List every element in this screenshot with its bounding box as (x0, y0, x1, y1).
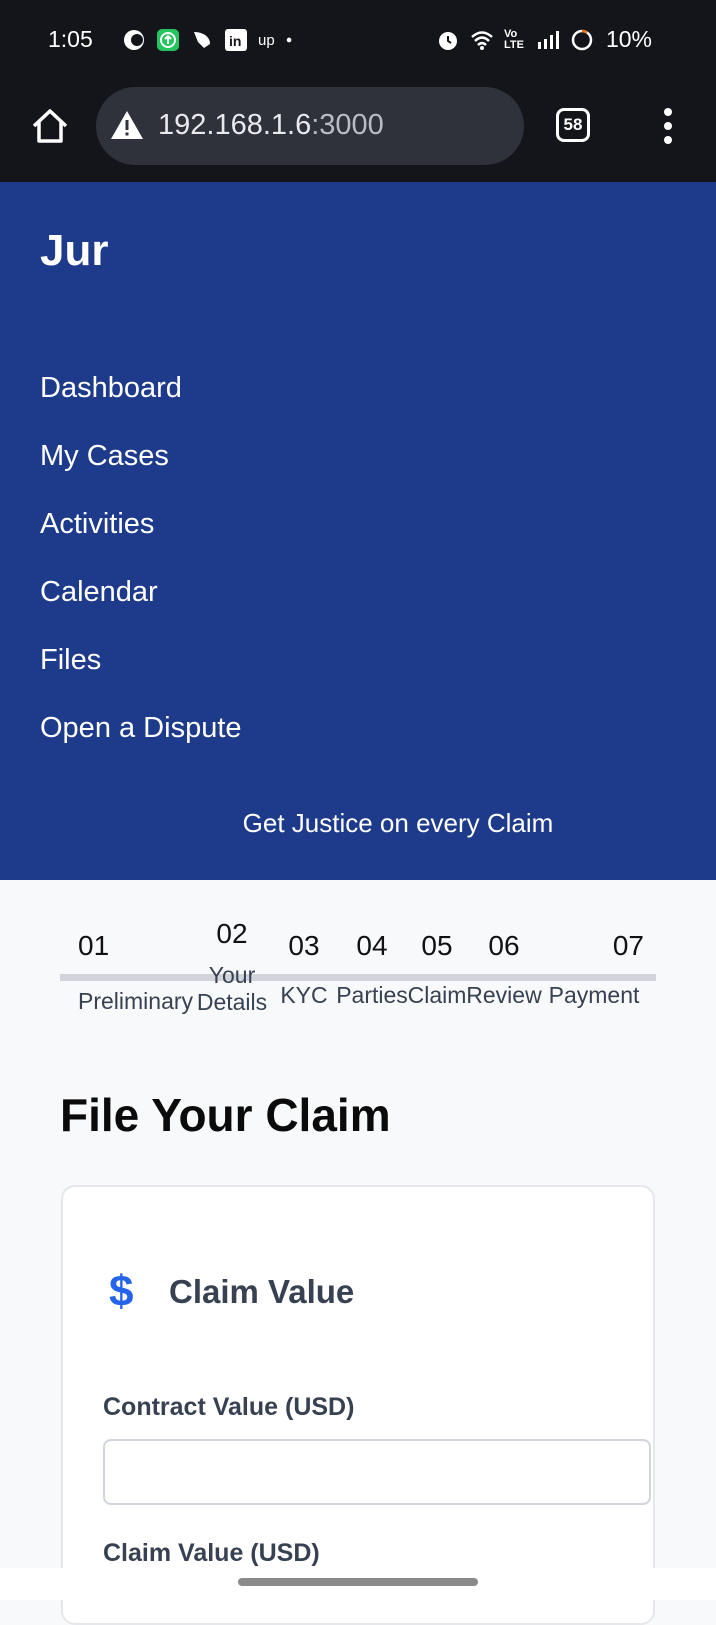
step-number: 07 (612, 930, 644, 961)
step-label: KYC (280, 982, 328, 1008)
step-payment[interactable]: 07 Payment (542, 930, 646, 1009)
app-navigation: Jur Dashboard My Cases Activities Calend… (0, 182, 716, 880)
nav-item-dashboard[interactable]: Dashboard (40, 370, 242, 438)
nav-item-files[interactable]: Files (40, 642, 242, 710)
upload-app-icon (157, 29, 179, 51)
tagline: Get Justice on every Claim (242, 808, 554, 838)
status-bar: 1:05 in up Vo LTE 10% (0, 0, 716, 82)
url-text[interactable]: 192.168.1.6:3000 (158, 109, 384, 142)
gesture-nav-area (0, 1568, 716, 1600)
step-number: 03 (288, 930, 320, 961)
step-label: Preliminary (78, 988, 194, 1014)
url-port: :3000 (311, 109, 384, 141)
step-number: 05 (421, 930, 453, 961)
step-number: 02 (216, 918, 248, 949)
step-review[interactable]: 06 Review (466, 930, 542, 1009)
bird-app-icon (194, 32, 210, 48)
card-title: Claim Value (169, 1273, 355, 1310)
url-host: 192.168.1.6 (158, 109, 312, 141)
gesture-handle[interactable] (238, 1578, 478, 1586)
step-kyc[interactable]: 03 KYC (276, 930, 332, 1009)
dot-icon (286, 37, 292, 43)
claim-value-label: Claim Value (USD) (103, 1539, 320, 1567)
step-number: 01 (78, 930, 110, 961)
step-label: Review (466, 982, 542, 1008)
battery-icon (571, 29, 593, 50)
step-number: 06 (488, 930, 520, 961)
svg-text:in: in (229, 33, 241, 49)
progress-stepper: 01 Preliminary 02 Your Details 03 KYC 04… (60, 918, 656, 1030)
linkedin-icon: in (225, 29, 247, 51)
step-claim[interactable]: 05 Claim (406, 930, 468, 1009)
nav-item-my-cases[interactable]: My Cases (40, 438, 242, 506)
step-label: Parties (336, 982, 408, 1008)
contract-value-input[interactable] (103, 1439, 651, 1505)
nav-item-calendar[interactable]: Calendar (40, 574, 242, 642)
system-icons: Vo LTE 10% (436, 26, 652, 53)
notification-icons: in up (122, 28, 299, 52)
volte-icon: Vo LTE (503, 27, 524, 51)
step-label: Your Details (196, 962, 268, 1015)
step-number: 04 (356, 930, 388, 961)
address-bar[interactable]: 192.168.1.6:3000 (96, 87, 524, 165)
status-time: 1:05 (48, 26, 93, 52)
step-parties[interactable]: 04 Parties (332, 930, 412, 1009)
battery-percent: 10% (605, 26, 652, 52)
warning-icon[interactable] (110, 109, 144, 141)
nav-item-activities[interactable]: Activities (40, 506, 242, 574)
signal-icon (537, 30, 559, 49)
wifi-icon (471, 30, 493, 50)
cloud-icon (124, 30, 144, 50)
up-icon: up (258, 31, 275, 49)
nav-menu: Dashboard My Cases Activities Calendar F… (40, 370, 242, 778)
tabs-icon[interactable]: 58 (556, 108, 590, 142)
claim-value-card: $ Claim Value Contract Value (USD) Claim… (61, 1185, 655, 1625)
more-vert-icon[interactable] (658, 104, 678, 148)
card-header: $ Claim Value (109, 1267, 354, 1317)
alarm-icon (438, 31, 457, 50)
contract-value-label: Contract Value (USD) (103, 1393, 355, 1421)
page-title: File Your Claim (60, 1089, 391, 1141)
dollar-icon: $ (109, 1267, 134, 1316)
step-label: Claim (407, 982, 467, 1008)
step-your-details[interactable]: 02 Your Details (194, 918, 270, 1016)
brand-logo[interactable]: Jur (40, 226, 108, 276)
step-preliminary[interactable]: 01 Preliminary (78, 930, 198, 1014)
home-icon[interactable] (28, 104, 72, 148)
nav-item-open-dispute[interactable]: Open a Dispute (40, 710, 242, 778)
browser-toolbar: 192.168.1.6:3000 58 (0, 82, 716, 182)
step-label: Payment (548, 982, 640, 1008)
